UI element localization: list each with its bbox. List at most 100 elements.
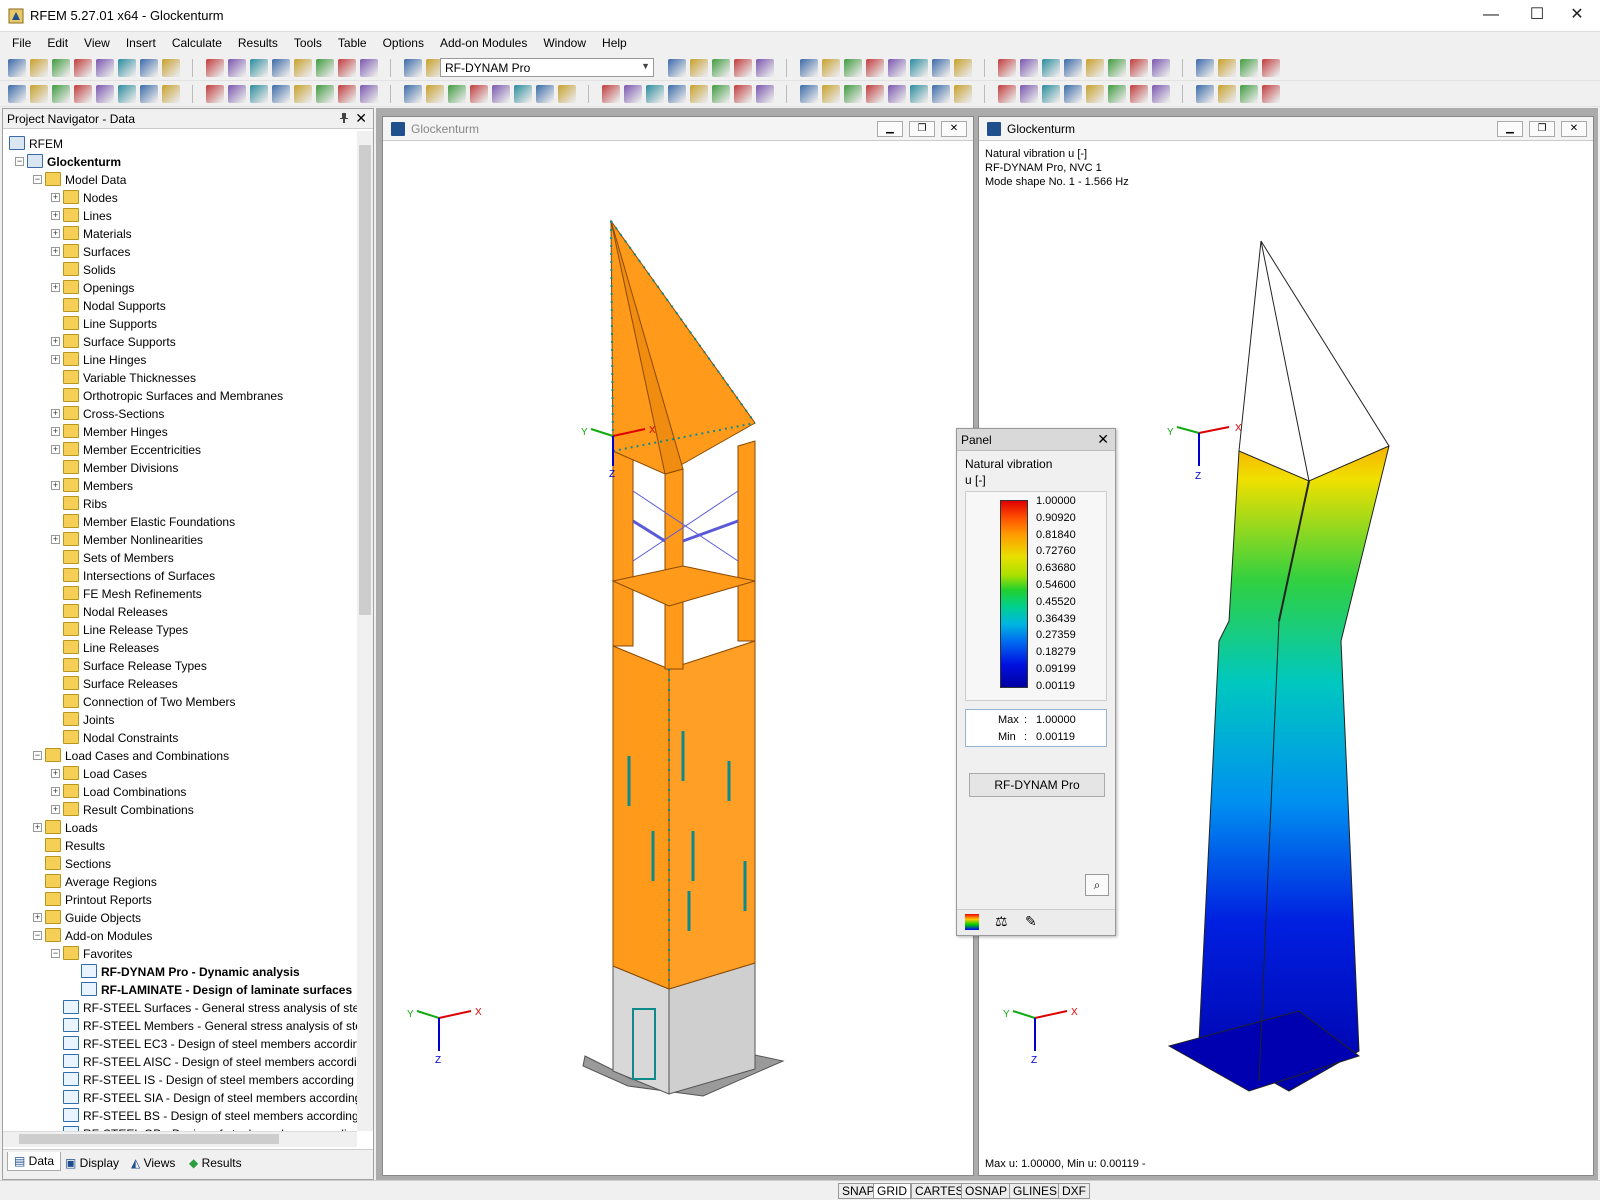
expand-icon[interactable]: +: [51, 535, 60, 544]
toolbar-button-icon[interactable]: [1020, 59, 1038, 77]
toolbar-button-icon[interactable]: [30, 85, 48, 103]
toolbar-button-icon[interactable]: [272, 85, 290, 103]
status-osnap[interactable]: OSNAP: [961, 1183, 1011, 1199]
color-scale-icon[interactable]: [965, 914, 979, 930]
toolbar-button-icon[interactable]: [998, 85, 1016, 103]
toolbar-button-icon[interactable]: [712, 59, 730, 77]
toolbar-button-icon[interactable]: [360, 59, 378, 77]
toolbar-button-icon[interactable]: [1130, 59, 1148, 77]
tree-item[interactable]: RF-DYNAM Pro - Dynamic analysis: [81, 963, 300, 981]
toolbar-button-icon[interactable]: [800, 59, 818, 77]
tree-item[interactable]: Nodal Supports: [63, 297, 166, 315]
zoom-icon[interactable]: ⌕: [1085, 874, 1109, 896]
tree-item[interactable]: Cross-Sections: [63, 405, 164, 423]
tree-item[interactable]: Nodal Constraints: [63, 729, 178, 747]
toolbar-button-icon[interactable]: [624, 85, 642, 103]
tree-item[interactable]: Favorites: [63, 945, 132, 963]
toolbar-button-icon[interactable]: [74, 59, 92, 77]
toolbar-button-icon[interactable]: [514, 85, 532, 103]
toolbar-button-icon[interactable]: [96, 85, 114, 103]
collapse-icon[interactable]: −: [15, 157, 24, 166]
tree-item[interactable]: Printout Reports: [45, 891, 152, 909]
tree-item[interactable]: RF-LAMINATE - Design of laminate surface…: [81, 981, 352, 999]
tree-item[interactable]: RF-STEEL IS - Design of steel members ac…: [63, 1071, 357, 1089]
toolbar-button-icon[interactable]: [74, 85, 92, 103]
status-glines[interactable]: GLINES: [1009, 1183, 1061, 1199]
toolbar-button-icon[interactable]: [954, 59, 972, 77]
toolbar-button-icon[interactable]: [30, 59, 48, 77]
expand-icon[interactable]: +: [33, 823, 42, 832]
toolbar-button-icon[interactable]: [866, 59, 884, 77]
tree-item[interactable]: Line Release Types: [63, 621, 188, 639]
tree-item[interactable]: Nodes: [63, 189, 118, 207]
toolbar-button-icon[interactable]: [910, 59, 928, 77]
scrollbar-thumb[interactable]: [19, 1134, 279, 1144]
module-select[interactable]: RF-DYNAM Pro ▼: [440, 58, 654, 77]
tree-item[interactable]: Sets of Members: [63, 549, 174, 567]
balance-icon[interactable]: ⚖: [995, 913, 1008, 930]
tree-item[interactable]: Member Nonlinearities: [63, 531, 203, 549]
expand-icon[interactable]: +: [33, 913, 42, 922]
expand-icon[interactable]: +: [51, 247, 60, 256]
toolbar-button-icon[interactable]: [734, 59, 752, 77]
toolbar-button-icon[interactable]: [822, 85, 840, 103]
tree-item[interactable]: Load Cases: [63, 765, 147, 783]
toolbar-button-icon[interactable]: [162, 59, 180, 77]
scrollbar-thumb[interactable]: [359, 145, 371, 615]
tree-item[interactable]: Member Divisions: [63, 459, 178, 477]
toolbar-button-icon[interactable]: [1240, 59, 1258, 77]
toolbar-button-icon[interactable]: [1218, 59, 1236, 77]
status-grid[interactable]: GRID: [873, 1183, 911, 1199]
toolbar-button-icon[interactable]: [1196, 59, 1214, 77]
edit-icon[interactable]: ✎: [1025, 913, 1037, 930]
tree-item[interactable]: Openings: [63, 279, 134, 297]
toolbar-button-icon[interactable]: [1108, 85, 1126, 103]
toolbar-button-icon[interactable]: [294, 85, 312, 103]
tree-item[interactable]: Line Releases: [63, 639, 159, 657]
menu-calculate[interactable]: Calculate: [164, 32, 230, 50]
menu-window[interactable]: Window: [535, 32, 594, 50]
tree-item[interactable]: Orthotropic Surfaces and Membranes: [63, 387, 283, 405]
menu-view[interactable]: View: [76, 32, 118, 50]
expand-icon[interactable]: +: [51, 409, 60, 418]
tree-item[interactable]: Average Regions: [45, 873, 157, 891]
toolbar-button-icon[interactable]: [668, 85, 686, 103]
toolbar-button-icon[interactable]: [1086, 59, 1104, 77]
tab-display[interactable]: ▣ Display: [65, 1156, 119, 1170]
expand-icon[interactable]: +: [51, 481, 60, 490]
toolbar-button-icon[interactable]: [360, 85, 378, 103]
menu-add-on-modules[interactable]: Add-on Modules: [432, 32, 535, 50]
toolbar-button-icon[interactable]: [1064, 85, 1082, 103]
menu-tools[interactable]: Tools: [286, 32, 330, 50]
toolbar-button-icon[interactable]: [866, 85, 884, 103]
tree-item[interactable]: Glockenturm: [27, 153, 121, 171]
results-panel[interactable]: Panel ✕ Natural vibration u [-] 1.000000…: [956, 428, 1116, 936]
toolbar-button-icon[interactable]: [910, 85, 928, 103]
toolbar-button-icon[interactable]: [536, 85, 554, 103]
tab-data[interactable]: ▤ Data: [7, 1152, 61, 1171]
tree-item[interactable]: Surface Releases: [63, 675, 178, 693]
tree-item[interactable]: Line Supports: [63, 315, 157, 333]
menu-file[interactable]: File: [0, 32, 39, 50]
toolbar-button-icon[interactable]: [250, 85, 268, 103]
close-icon[interactable]: ✕: [941, 121, 967, 137]
toolbar-button-icon[interactable]: [1262, 59, 1280, 77]
restore-icon[interactable]: ❐: [1529, 121, 1555, 137]
toolbar-button-icon[interactable]: [250, 59, 268, 77]
toolbar-button-icon[interactable]: [800, 85, 818, 103]
toolbar-button-icon[interactable]: [8, 59, 26, 77]
toolbar-button-icon[interactable]: [822, 59, 840, 77]
tree-item[interactable]: Sections: [45, 855, 111, 873]
toolbar-button-icon[interactable]: [888, 85, 906, 103]
tree-item[interactable]: Lines: [63, 207, 112, 225]
collapse-icon[interactable]: −: [33, 175, 42, 184]
close-icon[interactable]: ✕: [355, 110, 367, 127]
toolbar-button-icon[interactable]: [118, 59, 136, 77]
menu-results[interactable]: Results: [230, 32, 286, 50]
tree-item[interactable]: Member Elastic Foundations: [63, 513, 235, 531]
tree-item[interactable]: Surface Release Types: [63, 657, 207, 675]
tree-item[interactable]: RF-STEEL Members - General stress analys…: [63, 1017, 357, 1035]
toolbar-button-icon[interactable]: [1152, 59, 1170, 77]
expand-icon[interactable]: +: [51, 283, 60, 292]
toolbar-button-icon[interactable]: [492, 85, 510, 103]
